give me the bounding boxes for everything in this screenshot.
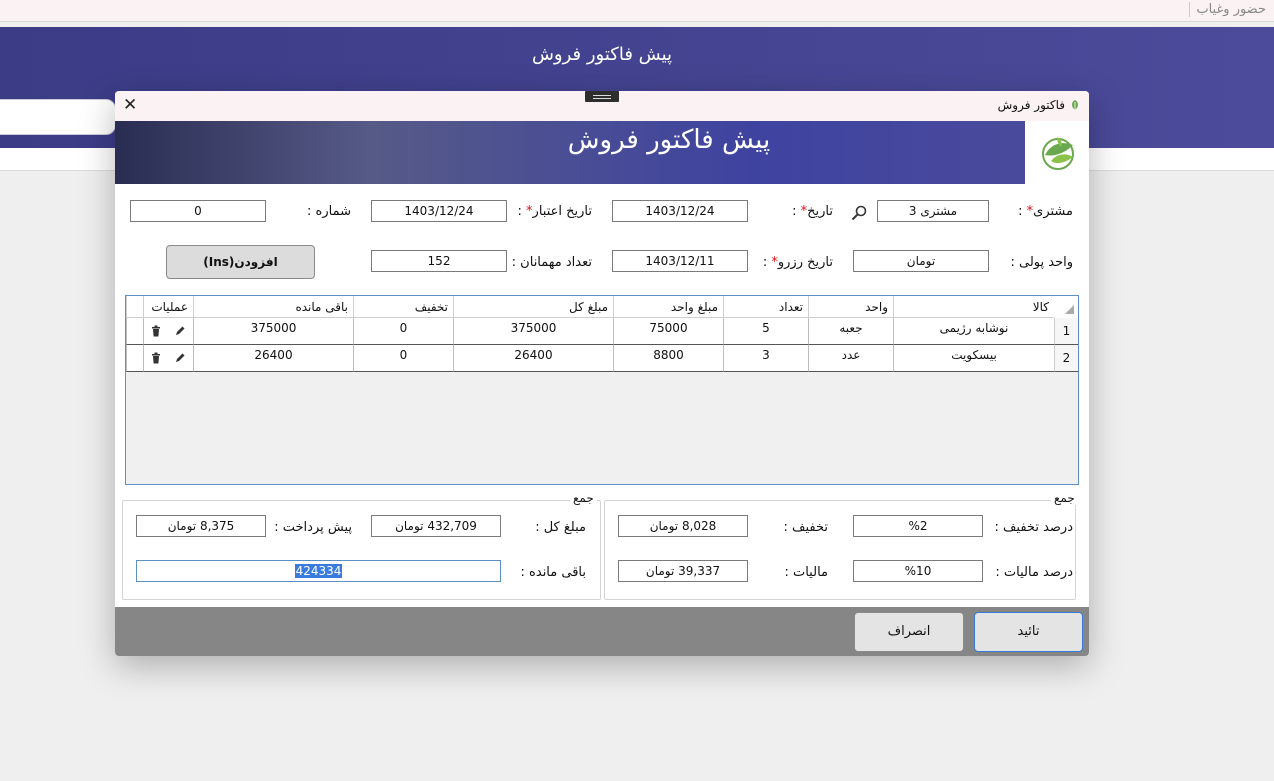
delete-icon[interactable] xyxy=(150,352,162,364)
cell-remaining[interactable]: 26400 xyxy=(193,345,353,372)
cancel-button[interactable]: انصراف xyxy=(854,612,964,652)
window-title-text: فاکتور فروش xyxy=(997,98,1065,112)
currency-field[interactable]: تومان xyxy=(853,250,989,272)
cell-unit-price[interactable]: 75000 xyxy=(613,318,723,345)
currency-label: واحد پولی : xyxy=(1010,255,1073,270)
tax-label: مالیات : xyxy=(784,565,828,580)
col-header-total[interactable]: مبلغ کل xyxy=(453,296,613,318)
remaining-value: 424334 xyxy=(294,564,343,578)
row-header[interactable]: 2 xyxy=(1054,345,1078,372)
number-label: شماره : xyxy=(307,204,351,219)
cell-blank xyxy=(126,345,143,372)
discount-percent-label: درصد تخفیف : xyxy=(994,520,1073,535)
discount-tax-group-title: جمع xyxy=(1051,491,1078,505)
sales-proforma-dialog: ✕ فاکتور فروش پیش فاکتور فروش مشتری* : م… xyxy=(115,91,1089,656)
col-header-actions[interactable]: عملیات xyxy=(143,296,193,318)
validity-date-label: تاریخ اعتبار* : xyxy=(517,204,592,219)
app-leaf-icon xyxy=(1072,100,1078,110)
add-item-button[interactable]: افزودن(Ins) xyxy=(166,245,315,279)
drag-handle[interactable] xyxy=(585,91,619,102)
app-header-title: پیش فاکتور فروش xyxy=(531,44,673,65)
cell-qty[interactable]: 3 xyxy=(723,345,808,372)
items-grid[interactable]: کالا واحد تعداد مبلغ واحد مبلغ کل تخفیف … xyxy=(125,295,1079,485)
number-field[interactable]: 0 xyxy=(130,200,266,222)
date-field[interactable]: 1403/12/24 xyxy=(612,200,748,222)
customer-field[interactable]: مشتری 3 xyxy=(877,200,989,222)
tax-percent-label: درصد مالیات : xyxy=(995,565,1073,580)
cell-actions xyxy=(143,318,193,345)
grand-total-label: مبلغ کل : xyxy=(535,520,586,535)
customer-label: مشتری* : xyxy=(1018,204,1073,219)
edit-icon[interactable] xyxy=(174,325,186,337)
prepayment-field[interactable]: 8,375 تومان xyxy=(136,515,266,537)
col-header-discount[interactable]: تخفیف xyxy=(353,296,453,318)
grid-select-all[interactable] xyxy=(1054,296,1078,319)
add-button-shortcut: (Ins) xyxy=(203,255,235,269)
discount-label: تخفیف : xyxy=(783,520,828,535)
cell-item[interactable]: بیسکویت xyxy=(893,345,1054,372)
cell-unit[interactable]: عدد xyxy=(808,345,893,372)
cell-actions xyxy=(143,345,193,372)
row-header[interactable]: 1 xyxy=(1054,318,1078,345)
col-header-blank xyxy=(126,296,143,318)
col-header-remaining[interactable]: باقی مانده xyxy=(193,296,353,318)
edit-icon[interactable] xyxy=(174,352,186,364)
validity-date-field[interactable]: 1403/12/24 xyxy=(371,200,507,222)
dialog-footer: تائید انصراف xyxy=(115,607,1089,656)
app-top-strip: حضور وغیاب xyxy=(0,0,1274,22)
dialog-titlebar: ✕ فاکتور فروش xyxy=(115,91,1089,121)
discount-percent-field[interactable]: %2 xyxy=(853,515,983,537)
col-header-unit-price[interactable]: مبلغ واحد xyxy=(613,296,723,318)
discount-field[interactable]: 8,028 تومان xyxy=(618,515,748,537)
remaining-label: باقی مانده : xyxy=(520,565,586,580)
cell-item[interactable]: نوشابه رژیمی xyxy=(893,318,1054,345)
banner-title: پیش فاکتور فروش xyxy=(567,125,771,155)
cell-total[interactable]: 26400 xyxy=(453,345,613,372)
cell-discount[interactable]: 0 xyxy=(353,318,453,345)
tax-percent-field[interactable]: %10 xyxy=(853,560,983,582)
add-button-label: افزودن xyxy=(234,255,278,269)
cell-discount[interactable]: 0 xyxy=(353,345,453,372)
cell-total[interactable]: 375000 xyxy=(453,318,613,345)
guests-label: تعداد مهمانان : xyxy=(511,255,592,270)
cell-qty[interactable]: 5 xyxy=(723,318,808,345)
cell-unit-price[interactable]: 8800 xyxy=(613,345,723,372)
grand-total-field[interactable]: 432,709 تومان xyxy=(371,515,501,537)
col-header-unit[interactable]: واحد xyxy=(808,296,893,318)
remaining-field[interactable]: 424334 xyxy=(136,560,501,582)
cell-blank xyxy=(126,318,143,345)
cell-remaining[interactable]: 375000 xyxy=(193,318,353,345)
totals-group-title: جمع xyxy=(570,491,597,505)
app-search-box[interactable] xyxy=(0,99,116,135)
delete-icon[interactable] xyxy=(150,325,162,337)
company-logo-icon xyxy=(1042,137,1074,170)
reserve-date-field[interactable]: 1403/12/11 xyxy=(612,250,748,272)
search-icon[interactable] xyxy=(851,205,867,221)
reserve-date-label: تاریخ رزرو* : xyxy=(762,255,833,270)
prepayment-label: پیش پرداخت : xyxy=(274,520,352,535)
tax-field[interactable]: 39,337 تومان xyxy=(618,560,748,582)
col-header-qty[interactable]: تعداد xyxy=(723,296,808,318)
window-title: فاکتور فروش xyxy=(998,98,1081,112)
guests-field[interactable]: 152 xyxy=(371,250,507,272)
close-button[interactable]: ✕ xyxy=(123,95,137,115)
attendance-link[interactable]: حضور وغیاب xyxy=(1189,2,1266,17)
col-header-item[interactable]: کالا xyxy=(893,296,1054,318)
date-label: تاریخ* : xyxy=(792,204,833,219)
confirm-button[interactable]: تائید xyxy=(974,612,1083,652)
cell-unit[interactable]: جعبه xyxy=(808,318,893,345)
